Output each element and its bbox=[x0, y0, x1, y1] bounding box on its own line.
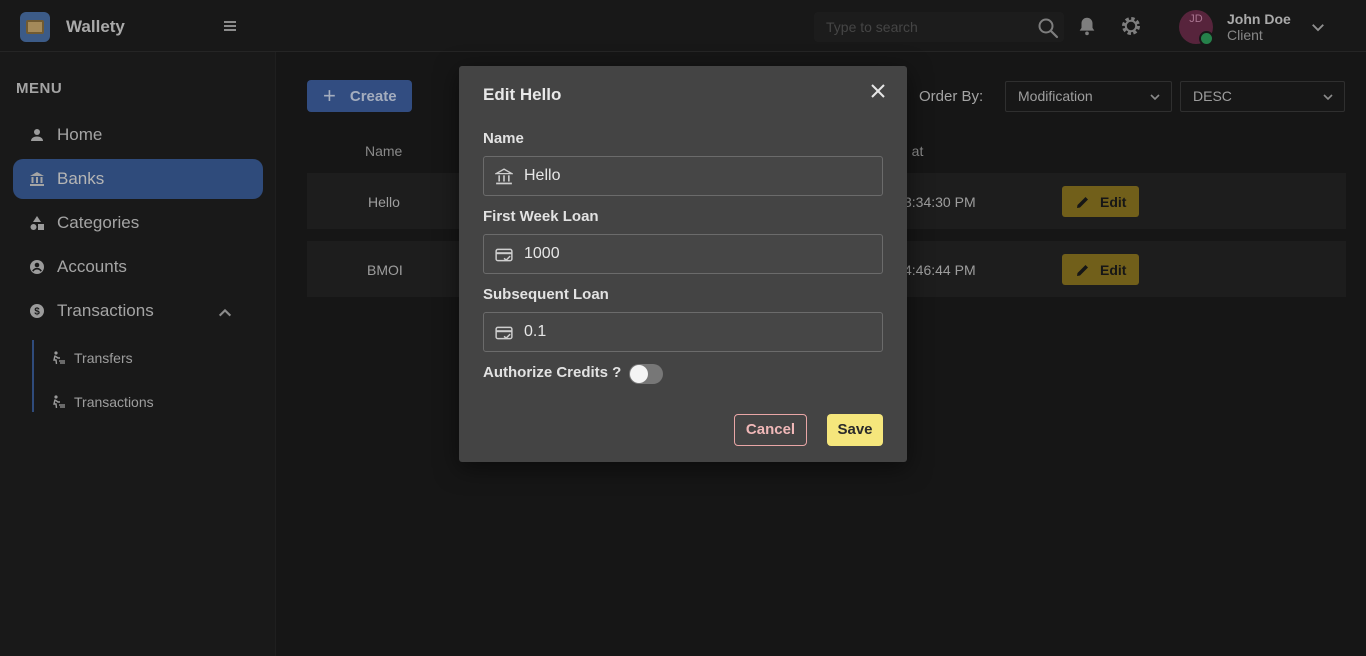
credit-card-icon bbox=[495, 248, 513, 262]
authorize-credits-label: Authorize Credits ? bbox=[483, 364, 622, 381]
close-icon[interactable] bbox=[869, 82, 887, 100]
dialog-title: Edit Hello bbox=[483, 85, 562, 104]
name-input[interactable] bbox=[524, 157, 874, 195]
name-label: Name bbox=[483, 130, 524, 147]
subsequent-loan-input[interactable] bbox=[524, 313, 874, 351]
credit-card-icon bbox=[495, 326, 513, 340]
authorize-credits-toggle[interactable] bbox=[629, 364, 663, 384]
name-field bbox=[483, 156, 883, 196]
bank-icon bbox=[495, 168, 513, 185]
save-button[interactable]: Save bbox=[827, 414, 883, 446]
first-week-loan-input[interactable] bbox=[524, 235, 874, 273]
cancel-button[interactable]: Cancel bbox=[734, 414, 807, 446]
first-week-loan-label: First Week Loan bbox=[483, 208, 599, 225]
first-week-loan-field bbox=[483, 234, 883, 274]
toggle-knob bbox=[630, 365, 648, 383]
subsequent-loan-label: Subsequent Loan bbox=[483, 286, 609, 303]
edit-bank-dialog: Edit Hello Name First Week Loan Subseque… bbox=[459, 66, 907, 462]
subsequent-loan-field bbox=[483, 312, 883, 352]
